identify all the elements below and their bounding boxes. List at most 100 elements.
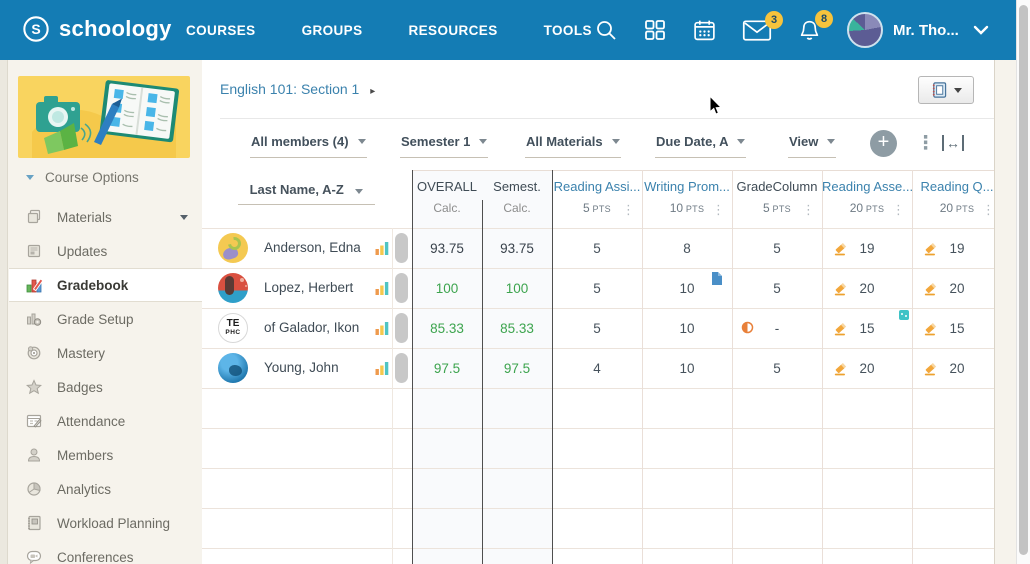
column-header-writing-prom[interactable]: Writing Prom...10 PTS⋮ — [642, 170, 732, 228]
semester-grade-cell[interactable]: 97.5 — [482, 348, 552, 388]
sidebar-item-members[interactable]: Members — [0, 438, 202, 472]
student-avatar[interactable] — [218, 273, 248, 303]
semester-grade-cell[interactable]: 85.33 — [482, 308, 552, 348]
student-report-icon[interactable] — [375, 281, 389, 295]
grade-cell[interactable]: 5 — [732, 348, 822, 388]
sidebar-item-analytics[interactable]: Analytics — [0, 472, 202, 506]
student-avatar[interactable] — [218, 233, 248, 263]
grade-cell[interactable]: 20 — [912, 268, 995, 308]
column-title[interactable]: Reading Asse... — [822, 179, 912, 194]
grade-cell[interactable]: 20 — [822, 268, 912, 308]
column-width-toggle-icon[interactable]: ↔ — [942, 135, 964, 151]
messages-count-badge[interactable]: 3 — [765, 11, 783, 29]
filter-semester-1[interactable]: Semester 1 — [400, 134, 488, 158]
column-menu-icon[interactable]: ⋮ — [622, 203, 635, 216]
grade-cell[interactable]: 10 — [642, 268, 732, 308]
column-title[interactable]: Writing Prom... — [642, 179, 732, 194]
document-attachment-icon[interactable] — [712, 272, 722, 285]
grade-cell[interactable]: 5 — [732, 268, 822, 308]
grade-cell[interactable]: 10 — [642, 308, 732, 348]
search-icon[interactable] — [594, 18, 618, 42]
column-menu-icon[interactable]: ⋮ — [712, 203, 725, 216]
student-avatar[interactable] — [218, 353, 248, 383]
semester-grade-cell[interactable]: 93.75 — [482, 228, 552, 268]
column-menu-icon[interactable]: ⋮ — [892, 203, 905, 216]
filter-all-materials[interactable]: All Materials — [525, 134, 621, 158]
student-name[interactable]: Lopez, Herbert — [264, 268, 353, 308]
notifications-bell-icon[interactable]: 8 — [797, 18, 822, 43]
course-cover-image[interactable] — [18, 76, 190, 158]
student-name[interactable]: Young, John — [264, 348, 339, 388]
messages-icon[interactable]: 3 — [742, 19, 772, 42]
student-report-icon[interactable] — [375, 321, 389, 335]
column-title[interactable]: Reading Assi... — [552, 179, 642, 194]
apps-grid-icon[interactable] — [643, 18, 667, 42]
grade-cell[interactable]: 8 — [642, 228, 732, 268]
column-header-semest[interactable]: Semest.Calc. — [482, 170, 552, 228]
grade-cell[interactable]: 15 — [822, 308, 912, 348]
scrollbar-thumb[interactable] — [1019, 5, 1028, 555]
course-options-toggle[interactable]: Course Options — [26, 170, 139, 185]
row-scroll-handle[interactable] — [395, 273, 408, 303]
grade-cell[interactable]: 20 — [912, 348, 995, 388]
user-avatar[interactable] — [847, 12, 883, 48]
overall-grade-cell[interactable]: 100 — [412, 268, 482, 308]
user-menu[interactable]: Mr. Tho... — [847, 12, 989, 48]
grade-cell[interactable]: 4 — [552, 348, 642, 388]
nav-link-groups[interactable]: GROUPS — [302, 23, 363, 38]
sort-students-header[interactable]: Last Name, A-Z — [238, 182, 375, 205]
column-header-overall[interactable]: OVERALLCalc. — [412, 170, 482, 228]
gradebook-options-kebab-icon[interactable]: ⋮ — [916, 130, 935, 157]
student-report-icon[interactable] — [375, 361, 389, 375]
sidebar-item-workload-planning[interactable]: Workload Planning — [0, 506, 202, 540]
filter-all-members-4[interactable]: All members (4) — [250, 134, 367, 158]
add-grade-item-button[interactable]: + — [870, 130, 897, 157]
grade-cell[interactable]: 20 — [822, 348, 912, 388]
student-report-icon[interactable] — [375, 241, 389, 255]
grade-cell[interactable]: 5 — [732, 228, 822, 268]
grade-cell[interactable]: 10 — [642, 348, 732, 388]
student-name[interactable]: Anderson, Edna — [264, 228, 361, 268]
grade-cell[interactable]: - — [732, 308, 822, 348]
sidebar-item-grade-setup[interactable]: Grade Setup — [0, 302, 202, 336]
sidebar-item-attendance[interactable]: Attendance — [0, 404, 202, 438]
column-header-reading-asse[interactable]: Reading Asse...20 PTS⋮ — [822, 170, 912, 228]
sidebar-item-conferences[interactable]: Conferences — [0, 540, 202, 564]
chevron-down-icon[interactable] — [180, 215, 188, 220]
sidebar-item-mastery[interactable]: Mastery — [0, 336, 202, 370]
grade-cell[interactable]: 19 — [912, 228, 995, 268]
calendar-icon[interactable] — [692, 18, 717, 43]
column-header-gradecolumn[interactable]: GradeColumn5 PTS⋮ — [732, 170, 822, 228]
grade-cell[interactable]: 5 — [552, 308, 642, 348]
student-name[interactable]: of Galador, Ikon — [264, 308, 359, 348]
column-header-reading-assi[interactable]: Reading Assi...5 PTS⋮ — [552, 170, 642, 228]
comment-indicator-icon[interactable] — [899, 310, 909, 320]
column-menu-icon[interactable]: ⋮ — [802, 203, 815, 216]
column-title[interactable]: Reading Q... — [912, 179, 995, 194]
notifications-count-badge[interactable]: 8 — [815, 10, 833, 28]
nav-link-courses[interactable]: COURSES — [186, 23, 256, 38]
row-scroll-handle[interactable] — [395, 233, 408, 263]
filter-view[interactable]: View — [788, 134, 836, 158]
overall-grade-cell[interactable]: 97.5 — [412, 348, 482, 388]
sidebar-item-badges[interactable]: Badges — [0, 370, 202, 404]
overall-grade-cell[interactable]: 85.33 — [412, 308, 482, 348]
schoology-logo[interactable]: S schoology — [22, 15, 172, 43]
gradebook-view-button[interactable] — [918, 76, 974, 104]
page-scrollbar[interactable] — [1016, 0, 1030, 564]
breadcrumb-course-link[interactable]: English 101: Section 1 — [220, 81, 359, 97]
grade-cell[interactable]: 5 — [552, 228, 642, 268]
chevron-down-icon[interactable] — [973, 25, 989, 35]
row-scroll-handle[interactable] — [395, 353, 408, 383]
grade-cell[interactable]: 5 — [552, 268, 642, 308]
student-avatar[interactable]: TEPHC — [218, 313, 248, 343]
nav-link-tools[interactable]: TOOLS — [544, 23, 592, 38]
grade-cell[interactable]: 19 — [822, 228, 912, 268]
semester-grade-cell[interactable]: 100 — [482, 268, 552, 308]
sidebar-item-updates[interactable]: Updates — [0, 234, 202, 268]
nav-link-resources[interactable]: RESOURCES — [408, 23, 497, 38]
row-scroll-handle[interactable] — [395, 313, 408, 343]
column-header-reading-q[interactable]: Reading Q...20 PTS⋮ — [912, 170, 995, 228]
filter-due-date-a[interactable]: Due Date, A — [655, 134, 746, 158]
overall-grade-cell[interactable]: 93.75 — [412, 228, 482, 268]
